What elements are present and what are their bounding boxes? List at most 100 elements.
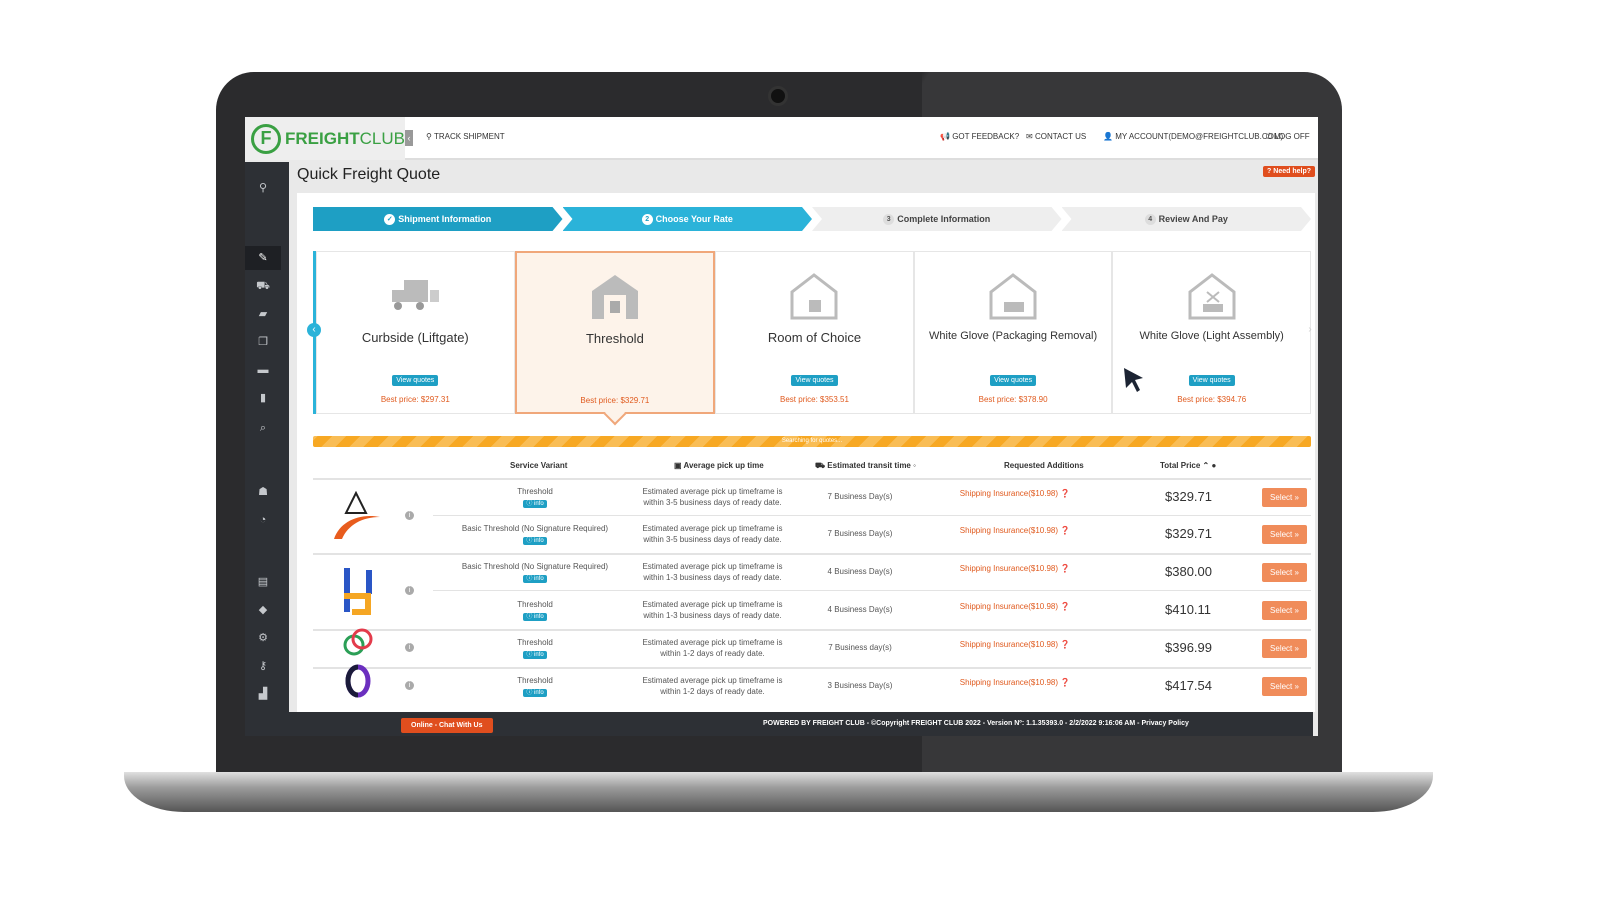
truck-icon <box>392 280 440 310</box>
select-button[interactable]: Select » <box>1262 563 1307 582</box>
need-help-button[interactable]: ? Need help? <box>1263 166 1315 177</box>
carrier-info-icon[interactable]: i <box>405 510 414 520</box>
mouse-cursor-icon <box>1124 368 1143 392</box>
info-badge[interactable]: ⓘ info <box>523 651 547 659</box>
calculator-icon[interactable]: ▤ <box>245 570 281 594</box>
carrier-logo-1 <box>330 490 386 541</box>
question-icon: ❓ <box>1060 640 1071 649</box>
pickup-text-2: within 3-5 business days of ready date. <box>643 498 782 507</box>
question-icon: ❓ <box>1060 602 1071 611</box>
transit-time: 4 Business Day(s) <box>827 605 893 614</box>
card-title: Curbside (Liftgate) <box>361 330 469 345</box>
house-tools-icon <box>1188 273 1236 320</box>
chat-button[interactable]: Online - Chat With Us <box>401 718 493 733</box>
info-badge[interactable]: ⓘ info <box>523 537 547 545</box>
edit-icon[interactable]: ✎ <box>245 246 281 270</box>
service-variant: Threshold <box>517 638 553 647</box>
shipping-insurance[interactable]: Shipping Insurance($10.98) ❓ <box>950 563 1080 574</box>
best-price: Best price: $297.31 <box>380 395 450 404</box>
pickup-text-1: Estimated average pick up timeframe is <box>642 524 783 533</box>
archive-icon[interactable]: ▬ <box>245 358 281 382</box>
question-icon: ❓ <box>1060 526 1071 535</box>
chart-icon[interactable]: ▟ <box>245 682 281 706</box>
contact-link[interactable]: ✉ CONTACT US <box>1026 132 1086 141</box>
select-button[interactable]: Select » <box>1262 639 1307 658</box>
view-quotes-button[interactable]: View quotes <box>1188 375 1235 386</box>
info-badge[interactable]: ⓘ info <box>523 575 547 583</box>
view-quotes-button[interactable]: View quotes <box>990 375 1037 386</box>
shipping-insurance[interactable]: Shipping Insurance($10.98) ❓ <box>950 525 1080 536</box>
transit-time: 3 Business Day(s) <box>827 681 893 690</box>
carousel-next-button[interactable]: › <box>1303 323 1317 337</box>
document-icon[interactable]: ▮ <box>245 386 281 410</box>
shipping-insurance[interactable]: Shipping Insurance($10.98) ❓ <box>950 639 1080 650</box>
privacy-policy-link[interactable]: Privacy Policy <box>1141 720 1188 727</box>
account-link[interactable]: 👤 MY ACCOUNT(demo@freightclub.com) <box>1103 132 1283 141</box>
col-total-price[interactable]: Total Price ⌃ ● <box>1160 461 1216 470</box>
card-curbside[interactable]: Curbside (Liftgate) View quotes Best pri… <box>316 251 515 414</box>
truck-icon[interactable]: ▰ <box>245 302 281 326</box>
key-icon[interactable]: ⚷ <box>245 654 281 678</box>
transit-time: 4 Business Day(s) <box>827 567 893 576</box>
dashboard-icon[interactable]: ◔ <box>245 508 281 532</box>
settings-icon[interactable]: ⚙ <box>245 626 281 650</box>
carousel-prev-button[interactable]: ‹ <box>307 323 321 337</box>
freightclub-logo[interactable]: F FREIGHTCLUB <box>245 117 405 160</box>
carrier-info-icon[interactable]: i <box>405 643 414 652</box>
view-quotes-button[interactable]: View quotes <box>392 375 439 386</box>
step-complete-information[interactable]: 3 Complete Information <box>812 207 1062 231</box>
view-quotes-button[interactable]: View quotes <box>791 375 838 386</box>
cart-icon[interactable]: ⛟ <box>245 274 281 298</box>
pickup-text-2: within 3-5 business days of ready date. <box>643 535 782 544</box>
copy-icon[interactable]: ❐ <box>245 330 281 354</box>
select-button[interactable]: Select » <box>1262 677 1307 696</box>
total-price: $380.00 <box>1165 564 1212 579</box>
pickup-text-1: Estimated average pick up timeframe is <box>642 676 783 685</box>
logoff-link[interactable]: ⏻ LOG OFF <box>1266 132 1310 142</box>
carrier-info-icon[interactable]: i <box>405 681 414 690</box>
sitemap-icon[interactable]: ⚲ <box>245 176 281 200</box>
feedback-link[interactable]: 📢 GOT FEEDBACK? <box>940 132 1019 141</box>
search-icon[interactable]: ⌕ <box>245 416 281 440</box>
shipping-insurance[interactable]: Shipping Insurance($10.98) ❓ <box>950 601 1080 612</box>
col-requested-additions: Requested Additions <box>1004 461 1084 470</box>
pickup-text-1: Estimated average pick up timeframe is <box>642 638 783 647</box>
carrier-info-icon[interactable]: i <box>405 586 414 595</box>
question-icon: ❓ <box>1060 678 1071 687</box>
info-badge[interactable]: ⓘ info <box>523 613 547 621</box>
track-shipment-link[interactable]: ⚲ TRACK SHIPMENT <box>426 132 505 141</box>
carrier-logo-2 <box>330 566 386 616</box>
step-review-and-pay[interactable]: 4 Review And Pay <box>1061 207 1311 231</box>
col-transit-time[interactable]: ⛟ Estimated transit time ◦ <box>815 461 916 471</box>
info-badge[interactable]: ⓘ info <box>523 689 547 697</box>
tags-icon[interactable]: ◆ <box>245 598 281 622</box>
step-shipment-information[interactable]: ✓ Shipment Information <box>313 207 563 231</box>
card-room-of-choice[interactable]: Room of Choice View quotes Best price: $… <box>715 251 914 414</box>
progress-steps: ✓ Shipment Information 2 Choose Your Rate … <box>313 207 1311 231</box>
card-title: White Glove (Light Assembly) <box>1139 330 1284 342</box>
info-badge[interactable]: ⓘ info <box>523 500 547 508</box>
card-white-glove-packaging[interactable]: White Glove (Packaging Removal) View quo… <box>913 251 1113 414</box>
best-price: Best price: $394.76 <box>1177 395 1247 404</box>
card-title: White Glove (Packaging Removal) <box>929 330 1098 342</box>
select-button[interactable]: Select » <box>1262 601 1307 620</box>
shipping-insurance[interactable]: Shipping Insurance($10.98) ❓ <box>950 488 1080 499</box>
best-price: Best price: $329.71 <box>580 396 650 405</box>
users-icon[interactable]: ☗ <box>245 480 281 504</box>
total-price: $329.71 <box>1165 489 1212 504</box>
pickup-text-2: within 1-2 days of ready date. <box>660 649 765 658</box>
question-icon: ❓ <box>1060 564 1071 573</box>
col-service-variant: Service Variant <box>510 461 568 470</box>
total-price: $417.54 <box>1165 678 1212 693</box>
card-title: Room of Choice <box>767 330 862 345</box>
best-price: Best price: $353.51 <box>780 395 849 404</box>
transit-time: 7 Business Day(s) <box>827 529 893 538</box>
collapse-sidebar-button[interactable]: ‹ <box>405 130 413 146</box>
service-variant: Threshold <box>517 600 553 609</box>
step-choose-your-rate[interactable]: 2 Choose Your Rate <box>562 207 812 231</box>
select-button[interactable]: Select » <box>1262 488 1307 507</box>
shipping-insurance[interactable]: Shipping Insurance($10.98) ❓ <box>950 677 1080 688</box>
searching-progress-bar: Searching for quotes... <box>313 436 1311 447</box>
card-threshold[interactable]: Threshold Best price: $329.71 <box>514 251 716 414</box>
select-button[interactable]: Select » <box>1262 525 1307 544</box>
